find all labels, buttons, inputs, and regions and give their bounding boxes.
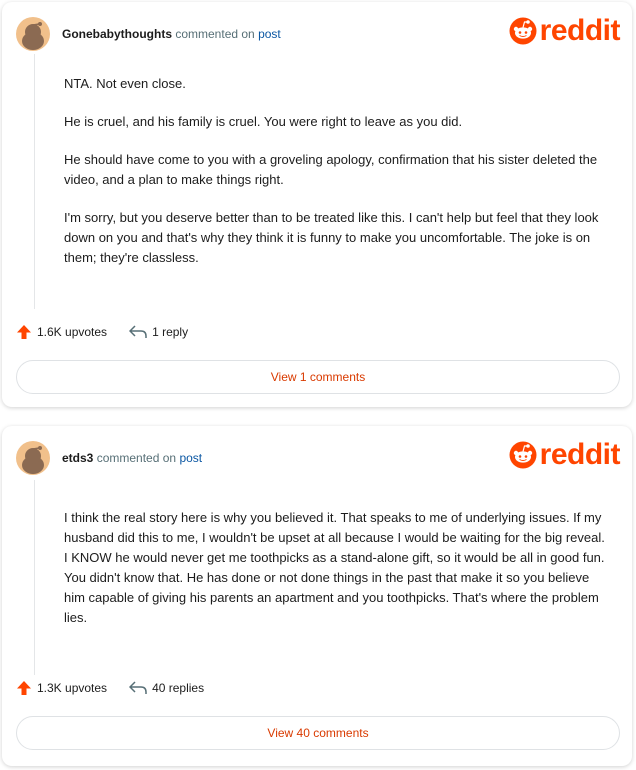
commented-on-text: commented on [96,451,177,465]
reddit-wordmark: reddit [539,14,621,47]
reddit-snoo-icon [509,17,537,45]
comment-card: Gonebabythoughts commented on post reddi… [2,2,632,407]
comment-paragraph: NTA. Not even close. [64,76,186,91]
comment-body: I think the real story here is why you b… [64,508,612,646]
reply-arrow-icon [129,325,147,338]
comment-paragraph: I'm sorry, but you deserve better than t… [64,210,599,265]
reply-count: 1 reply [152,325,189,339]
comment-paragraph: He is cruel, and his family is cruel. Yo… [64,114,463,129]
comment-paragraph: I think the real story here is why you b… [64,510,605,625]
post-link[interactable]: post [179,451,202,465]
comment-header: etds3 commented on post [16,440,202,476]
thread-line[interactable] [34,54,35,309]
snoo-avatar-icon [22,22,44,50]
comment-meta: Gonebabythoughts commented on post [62,27,281,41]
view-comments-button[interactable]: View 1 comments [16,360,620,394]
comment-header: Gonebabythoughts commented on post [16,16,281,52]
upvote-count: 1.6K upvotes [37,325,108,339]
reply-arrow-icon [129,681,147,694]
thread-line[interactable] [34,480,35,675]
view-comments-button[interactable]: View 40 comments [16,716,620,750]
upvote-arrow-icon [17,681,31,695]
upvote-button[interactable]: 1.3K upvotes [16,680,107,696]
commented-on-text: commented on [175,27,255,41]
reply-button[interactable]: 40 replies [129,681,204,695]
comment-actions: 1.3K upvotes 40 replies [16,680,226,696]
reddit-wordmark: reddit [539,438,621,471]
snoo-avatar-icon [22,446,44,474]
comment-actions: 1.6K upvotes 1 reply [16,324,210,340]
comment-meta: etds3 commented on post [62,451,202,465]
reddit-snoo-icon [509,441,537,469]
comment-card: etds3 commented on post reddit I think t… [2,426,632,766]
comment-paragraph: He should have come to you with a grovel… [64,152,598,187]
username[interactable]: etds3 [62,451,93,465]
upvote-count: 1.3K upvotes [37,681,108,695]
reply-button[interactable]: 1 reply [129,325,188,339]
reply-count: 40 replies [152,681,205,695]
upvote-button[interactable]: 1.6K upvotes [16,324,107,340]
user-avatar[interactable] [16,17,50,51]
username[interactable]: Gonebabythoughts [62,27,172,41]
post-link[interactable]: post [258,27,281,41]
reddit-logo: reddit [509,438,621,471]
comment-body: NTA. Not even close. He is cruel, and hi… [64,74,612,286]
upvote-arrow-icon [17,325,31,339]
reddit-logo: reddit [509,14,621,47]
user-avatar[interactable] [16,441,50,475]
